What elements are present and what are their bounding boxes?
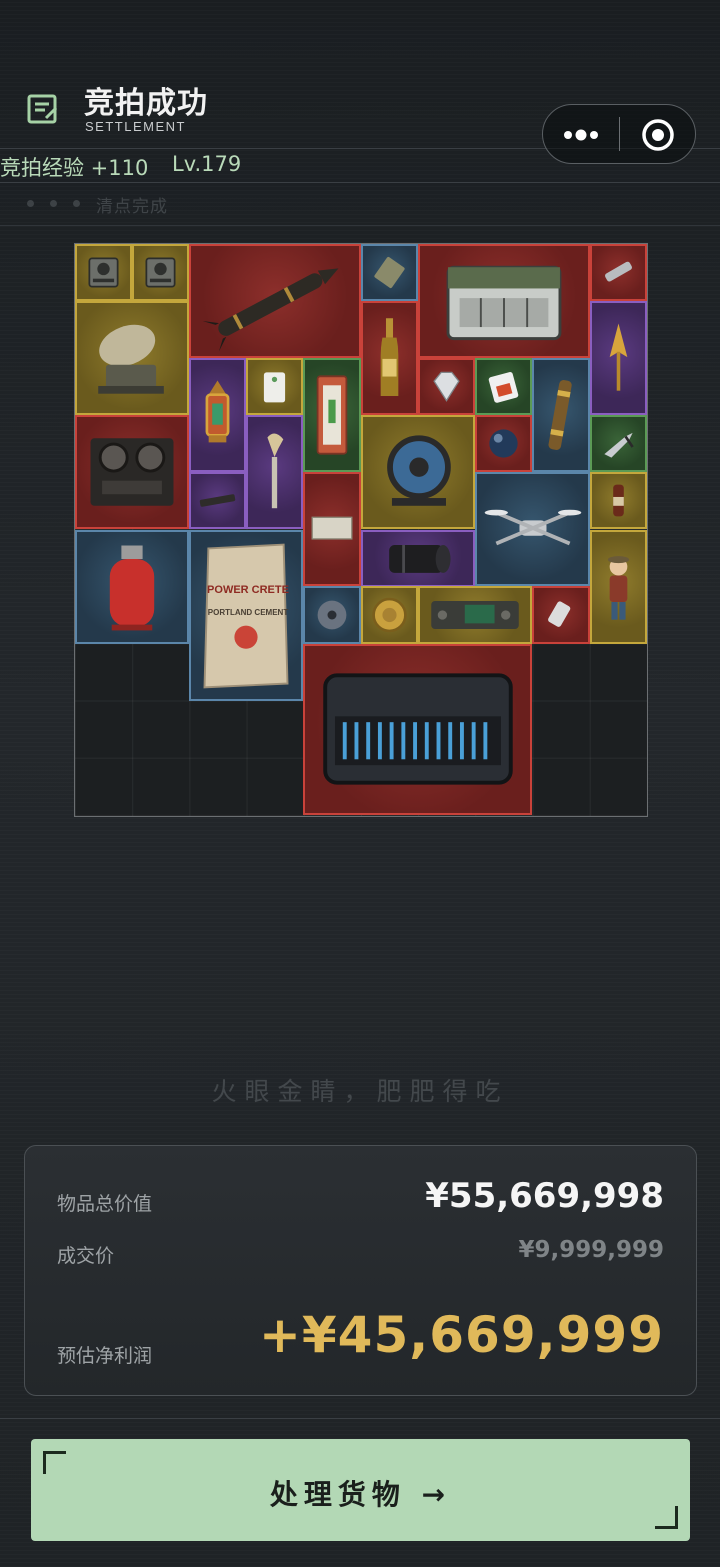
item-usb-drive[interactable]: [532, 586, 590, 644]
item-drone[interactable]: [475, 472, 590, 586]
ration-pack-icon: [374, 256, 405, 289]
tag-icon: [263, 372, 286, 403]
missile-icon: [202, 268, 339, 352]
item-battery[interactable]: [475, 358, 532, 415]
flashlight-icon: [605, 261, 632, 282]
arrowhead-icon: [609, 323, 628, 391]
deal-price-label: 成交价: [57, 1245, 115, 1267]
item-missile[interactable]: [189, 244, 361, 358]
item-tape-recorder[interactable]: [75, 415, 189, 529]
fire-extinguisher-box-icon: [316, 375, 348, 455]
item-torch[interactable]: [246, 415, 303, 529]
glass-orb-icon: [489, 429, 518, 458]
item-flashlight[interactable]: [590, 244, 647, 301]
experience-gain: 竞拍经验 +110: [0, 156, 149, 180]
item-diamond[interactable]: [418, 358, 475, 415]
item-fire-extinguisher-box[interactable]: [303, 358, 361, 472]
radio-receiver-icon: [145, 257, 176, 288]
status-dot: [50, 200, 57, 207]
status-row: 清点完成: [0, 183, 720, 226]
item-small-bottle[interactable]: [590, 472, 647, 529]
gold-medal-icon: [372, 597, 407, 633]
champagne-bottle-icon: [380, 318, 399, 396]
page-subtitle: SETTLEMENT: [85, 119, 186, 134]
gas-cylinder-icon: [109, 545, 155, 631]
hard-drive-icon: [317, 600, 347, 630]
settlement-summary-card: 物品总价值 ¥55,669,998 成交价 ¥9,999,999 预估净利润 +…: [24, 1145, 697, 1396]
telescope-icon: [548, 380, 572, 450]
server-rack-icon: [323, 673, 513, 785]
process-goods-button[interactable]: 处理货物 →: [31, 1439, 690, 1541]
camera-lens-icon: [389, 545, 451, 573]
item-tag[interactable]: [246, 358, 303, 415]
page-title: 竞拍成功: [84, 86, 208, 121]
radar-dish-icon: [98, 324, 164, 394]
experience-row: 竞拍经验 +110 Lv.179: [0, 148, 720, 183]
cement-bag-type: PORTLAND CEMENT: [207, 608, 289, 617]
item-cable-reel[interactable]: [361, 415, 475, 529]
status-text: 清点完成: [96, 197, 168, 217]
item-gas-cylinder[interactable]: [75, 530, 189, 644]
item-ration-pack[interactable]: [361, 244, 418, 301]
slogan: 火眼金睛，肥肥得吃: [211, 1077, 509, 1106]
item-camera-lens[interactable]: [361, 530, 475, 587]
inventory-grid: POWER CRETE PORTLAND CEMENT: [74, 243, 648, 817]
estimated-profit-label: 预估净利润: [57, 1345, 153, 1367]
cement-bag-brand: POWER CRETE: [207, 584, 289, 596]
control-panel-icon: [431, 601, 519, 629]
military-case-icon: [446, 265, 562, 341]
deal-price-value: ¥9,999,999: [518, 1237, 664, 1263]
knife-icon: [199, 494, 236, 507]
header-bar: 竞拍成功 SETTLEMENT: [0, 0, 720, 164]
pliers-icon: [604, 432, 634, 458]
radio-receiver-icon: [88, 257, 119, 288]
item-pliers[interactable]: [590, 415, 647, 472]
status-dot: [73, 200, 80, 207]
process-goods-label: 处理货物 →: [269, 1478, 452, 1511]
item-banknote[interactable]: [303, 472, 361, 586]
item-gold-medal[interactable]: [361, 586, 418, 644]
usb-drive-icon: [548, 601, 571, 627]
item-radio-receiver[interactable]: [132, 244, 189, 301]
item-radio-receiver[interactable]: [75, 244, 132, 301]
banknote-icon: [311, 516, 353, 540]
footer-divider: [0, 1418, 720, 1419]
total-value: ¥55,669,998: [425, 1176, 664, 1216]
torch-icon: [267, 433, 284, 509]
item-figurine[interactable]: [590, 530, 647, 644]
lantern-icon: [205, 380, 230, 443]
item-lantern[interactable]: [189, 358, 246, 472]
small-bottle-icon: [613, 484, 624, 517]
item-arrowhead[interactable]: [590, 301, 647, 415]
battery-icon: [488, 371, 519, 403]
item-radar-dish[interactable]: [75, 301, 189, 415]
receipt-icon: [27, 94, 58, 124]
item-cement-bag[interactable]: POWER CRETE PORTLAND CEMENT: [189, 530, 303, 701]
item-hard-drive[interactable]: [303, 586, 361, 644]
diamond-icon: [433, 371, 460, 402]
item-knife[interactable]: [189, 472, 246, 529]
item-military-case[interactable]: [418, 244, 590, 358]
estimated-profit-value: +¥45,669,999: [259, 1306, 664, 1364]
corner-bracket: [43, 1451, 66, 1474]
cable-reel-icon: [387, 435, 451, 506]
drone-icon: [484, 509, 582, 546]
item-control-panel[interactable]: [418, 586, 532, 644]
total-value-label: 物品总价值: [57, 1193, 153, 1215]
player-level: Lv.179: [172, 152, 242, 176]
item-server-rack[interactable]: [303, 644, 532, 815]
figurine-icon: [607, 556, 630, 620]
item-glass-orb[interactable]: [475, 415, 532, 472]
item-champagne-bottle[interactable]: [361, 301, 418, 415]
corner-bracket: [655, 1506, 678, 1529]
tape-recorder-icon: [90, 438, 174, 506]
status-dot: [27, 200, 34, 207]
item-telescope[interactable]: [532, 358, 590, 472]
